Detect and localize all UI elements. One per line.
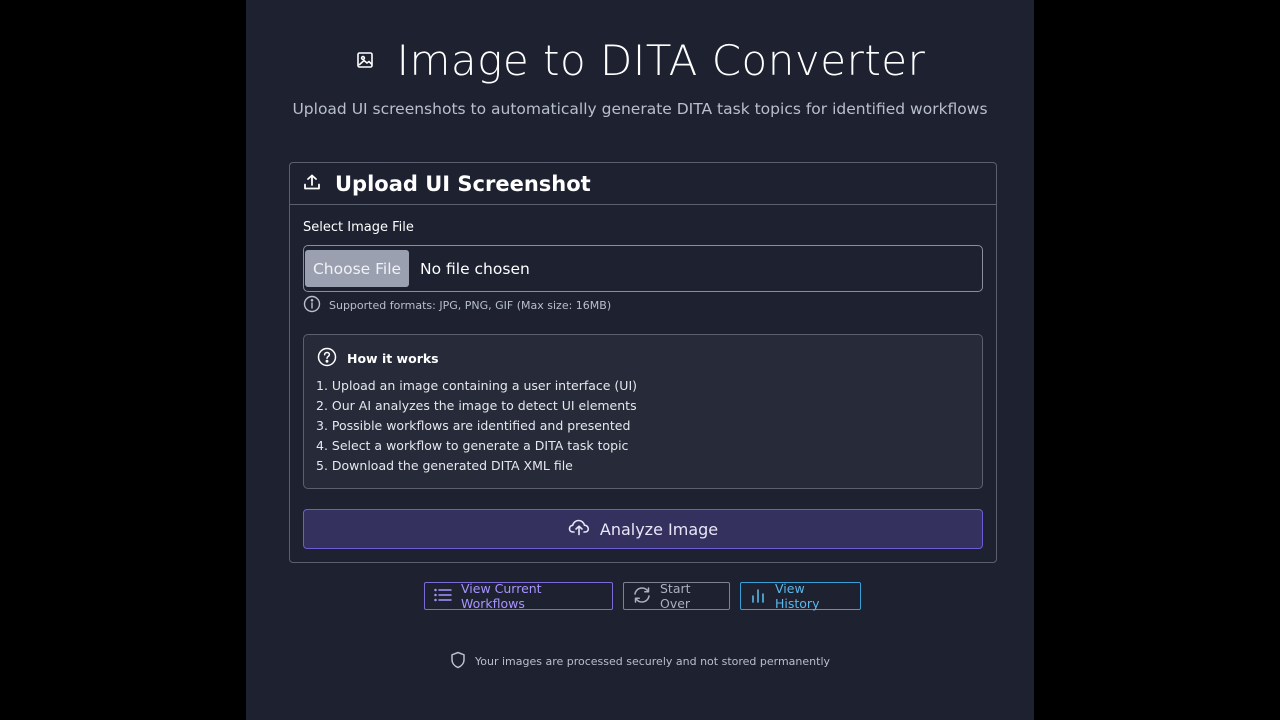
image-icon (355, 50, 375, 70)
upload-card-title: Upload UI Screenshot (335, 171, 591, 196)
choose-file-label: Choose File (312, 259, 402, 278)
security-notice-text: Your images are processed securely and n… (474, 655, 831, 668)
list-item: 1. Upload an image containing a user int… (316, 378, 638, 393)
view-history-button[interactable]: View History (740, 581, 861, 611)
file-status: No file chosen (420, 259, 530, 278)
file-input[interactable]: Choose File No file chosen (303, 245, 983, 292)
upload-icon (303, 173, 321, 195)
page-header: Image to DITA Converter (246, 30, 1034, 90)
view-current-workflows-button[interactable]: View Current Workflows (424, 581, 613, 611)
list-item: 4. Select a workflow to generate a DITA … (316, 438, 629, 453)
view-history-label: View History (775, 581, 820, 611)
analyze-image-button[interactable]: Analyze Image (303, 509, 983, 549)
bar-chart-icon (749, 587, 767, 606)
view-current-workflows-label: View Current Workflows (461, 581, 542, 611)
action-bar: View Current Workflows Start Over View H… (246, 581, 1034, 611)
start-over-label: Start Over (660, 581, 691, 611)
file-field-label: Select Image File (303, 220, 414, 235)
how-it-works-title: How it works (347, 351, 439, 366)
page-subtitle: Upload UI screenshots to automatically g… (292, 100, 988, 118)
upload-card-header: Upload UI Screenshot (290, 163, 996, 205)
list-item: 5. Download the generated DITA XML file (316, 458, 573, 473)
list-item: 3. Possible workflows are identified and… (316, 418, 631, 433)
how-it-works-header: How it works (317, 347, 439, 370)
page-title: Image to DITA Converter (396, 35, 926, 85)
question-circle-icon (317, 347, 337, 370)
list-item: 2. Our AI analyzes the image to detect U… (316, 398, 637, 413)
app-page: Image to DITA Converter Upload UI screen… (246, 0, 1034, 720)
format-hint: Supported formats: JPG, PNG, GIF (Max si… (303, 295, 611, 316)
choose-file-button[interactable]: Choose File (305, 250, 409, 287)
how-it-works-panel: How it works 1. Upload an image containi… (303, 334, 983, 489)
list-icon (433, 588, 453, 605)
how-it-works-steps: 1. Upload an image containing a user int… (316, 376, 637, 476)
info-icon (303, 295, 321, 316)
cloud-upload-icon (568, 518, 590, 540)
start-over-button[interactable]: Start Over (623, 581, 730, 611)
security-notice: Your images are processed securely and n… (246, 651, 1034, 672)
analyze-image-label: Analyze Image (599, 519, 719, 539)
format-hint-text: Supported formats: JPG, PNG, GIF (Max si… (329, 299, 612, 312)
shield-icon (450, 651, 466, 672)
upload-card: Upload UI Screenshot Select Image File C… (289, 162, 997, 563)
refresh-icon (632, 586, 652, 607)
